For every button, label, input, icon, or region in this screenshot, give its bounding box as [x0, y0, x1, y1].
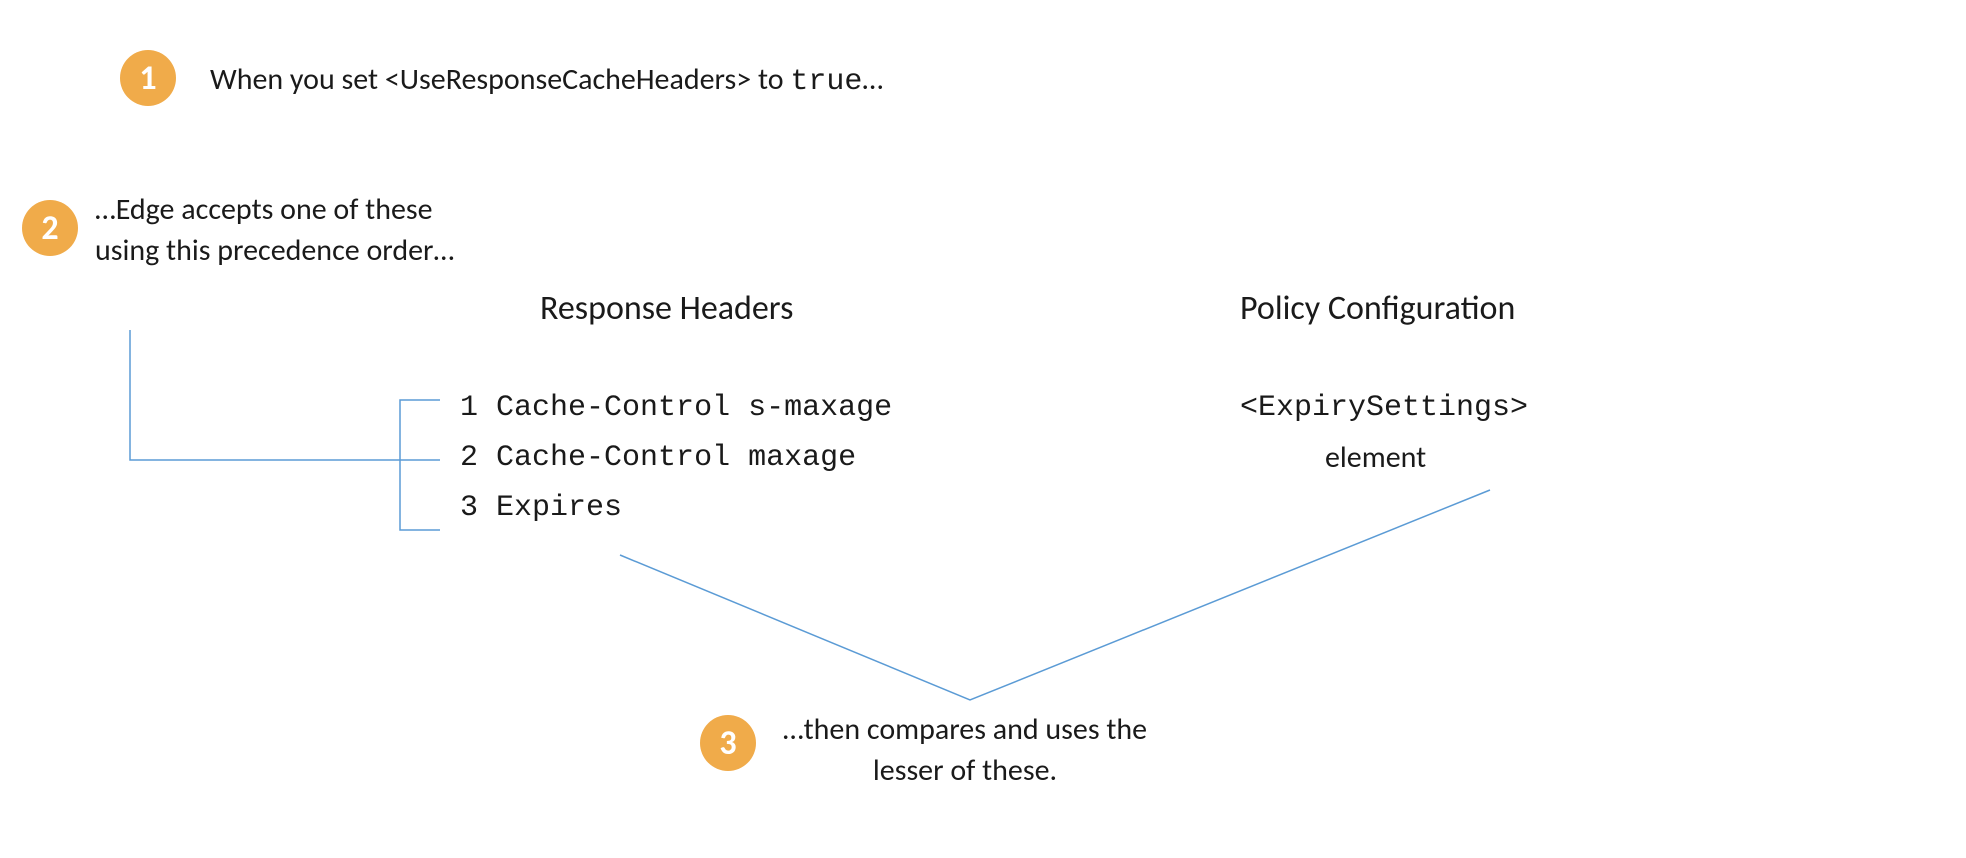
- policy-sub: element: [1325, 438, 1426, 479]
- header-item-1: 1 Cache-Control s-maxage: [460, 388, 892, 429]
- header-item-3: 3 Expires: [460, 488, 622, 529]
- connector-step2-to-list: [130, 330, 400, 460]
- header-item-3-label: Expires: [496, 491, 622, 525]
- policy-configuration-heading: Policy Configuration: [1240, 288, 1515, 329]
- connector-v: [620, 490, 1490, 700]
- header-item-2-num: 2: [460, 441, 478, 475]
- step-3-text: …then compares and uses the lesser of th…: [775, 710, 1155, 791]
- header-item-1-label: Cache-Control s-maxage: [496, 391, 892, 425]
- step-1-text: When you set <UseResponseCacheHeaders> t…: [210, 60, 883, 103]
- step-1-suffix: …: [862, 61, 883, 98]
- header-item-3-num: 3: [460, 491, 478, 525]
- header-item-1-num: 1: [460, 391, 478, 425]
- list-bracket: [400, 400, 440, 530]
- policy-element: <ExpirySettings>: [1240, 388, 1528, 429]
- step-1-prefix: When you set: [210, 61, 385, 98]
- header-item-2: 2 Cache-Control maxage: [460, 438, 856, 479]
- step-1-badge: 1: [120, 50, 176, 106]
- step-2-badge: 2: [22, 200, 78, 256]
- step-1-value: true: [790, 65, 862, 99]
- response-headers-heading: Response Headers: [540, 288, 793, 329]
- step-1-element: <UseResponseCacheHeaders>: [385, 61, 751, 98]
- step-1-mid: to: [751, 61, 790, 98]
- step-2-text: …Edge accepts one of these using this pr…: [95, 190, 455, 271]
- header-item-2-label: Cache-Control maxage: [496, 441, 856, 475]
- step-3-badge: 3: [700, 715, 756, 771]
